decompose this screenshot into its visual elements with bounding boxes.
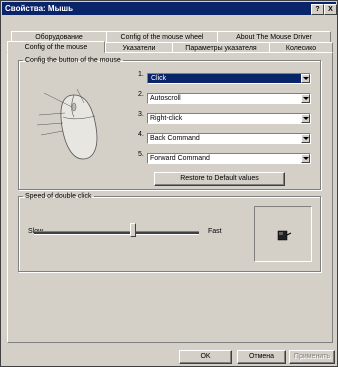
button-num-2: 2. [138,91,144,98]
dropdown-arrow-icon[interactable] [301,154,310,163]
mouse-buttons-legend: Config the button of the mouse [25,57,121,64]
ok-button[interactable]: OK [179,350,232,364]
button-3-value: Right-click [150,115,183,122]
button-5-value: Forward Command [150,155,210,162]
dropdown-arrow-icon[interactable] [301,134,310,143]
dropdown-arrow-icon[interactable] [301,94,310,103]
close-button[interactable]: X [324,4,337,15]
button-1-value: Click [150,74,168,83]
tab-about-driver[interactable]: About The Mouse Driver [217,31,331,42]
title-bar: Свойства: Мышь ? X [2,2,337,15]
button-5-select[interactable]: Forward Command [147,153,311,164]
mouse-properties-window: Свойства: Мышь ? X Оборудование Config o… [0,0,338,367]
restore-defaults-button[interactable]: Restore to Default values [154,172,285,186]
tab-mouse-config[interactable]: Config of the mouse [7,41,105,53]
slider-thumb[interactable] [130,223,136,237]
test-mouse-icon [277,230,292,241]
window-title: Свойства: Мышь [5,4,73,13]
fast-label: Fast [208,228,222,235]
button-num-1: 1. [138,71,144,78]
button-1-select[interactable]: Click [147,73,311,84]
button-2-select[interactable]: Autoscroll [147,93,311,104]
dropdown-arrow-icon[interactable] [301,74,310,83]
mouse-illustration-icon [36,88,98,160]
button-4-value: Back Command [150,135,200,142]
cancel-button[interactable]: Отмена [237,350,286,364]
dropdown-arrow-icon[interactable] [301,114,310,123]
button-3-select[interactable]: Right-click [147,113,311,124]
button-num-3: 3. [138,111,144,118]
help-button[interactable]: ? [311,4,324,15]
button-num-4: 4. [138,131,144,138]
button-2-value: Autoscroll [150,95,181,102]
button-num-5: 5. [138,151,144,158]
apply-button[interactable]: Применить [289,350,335,364]
double-click-speed-slider[interactable] [34,231,199,235]
double-click-legend: Speed of double click [25,193,92,200]
button-4-select[interactable]: Back Command [147,133,311,144]
tab-mouse-wheel-config[interactable]: Config of the mouse wheel [106,31,218,42]
double-click-test-area[interactable] [254,206,312,262]
